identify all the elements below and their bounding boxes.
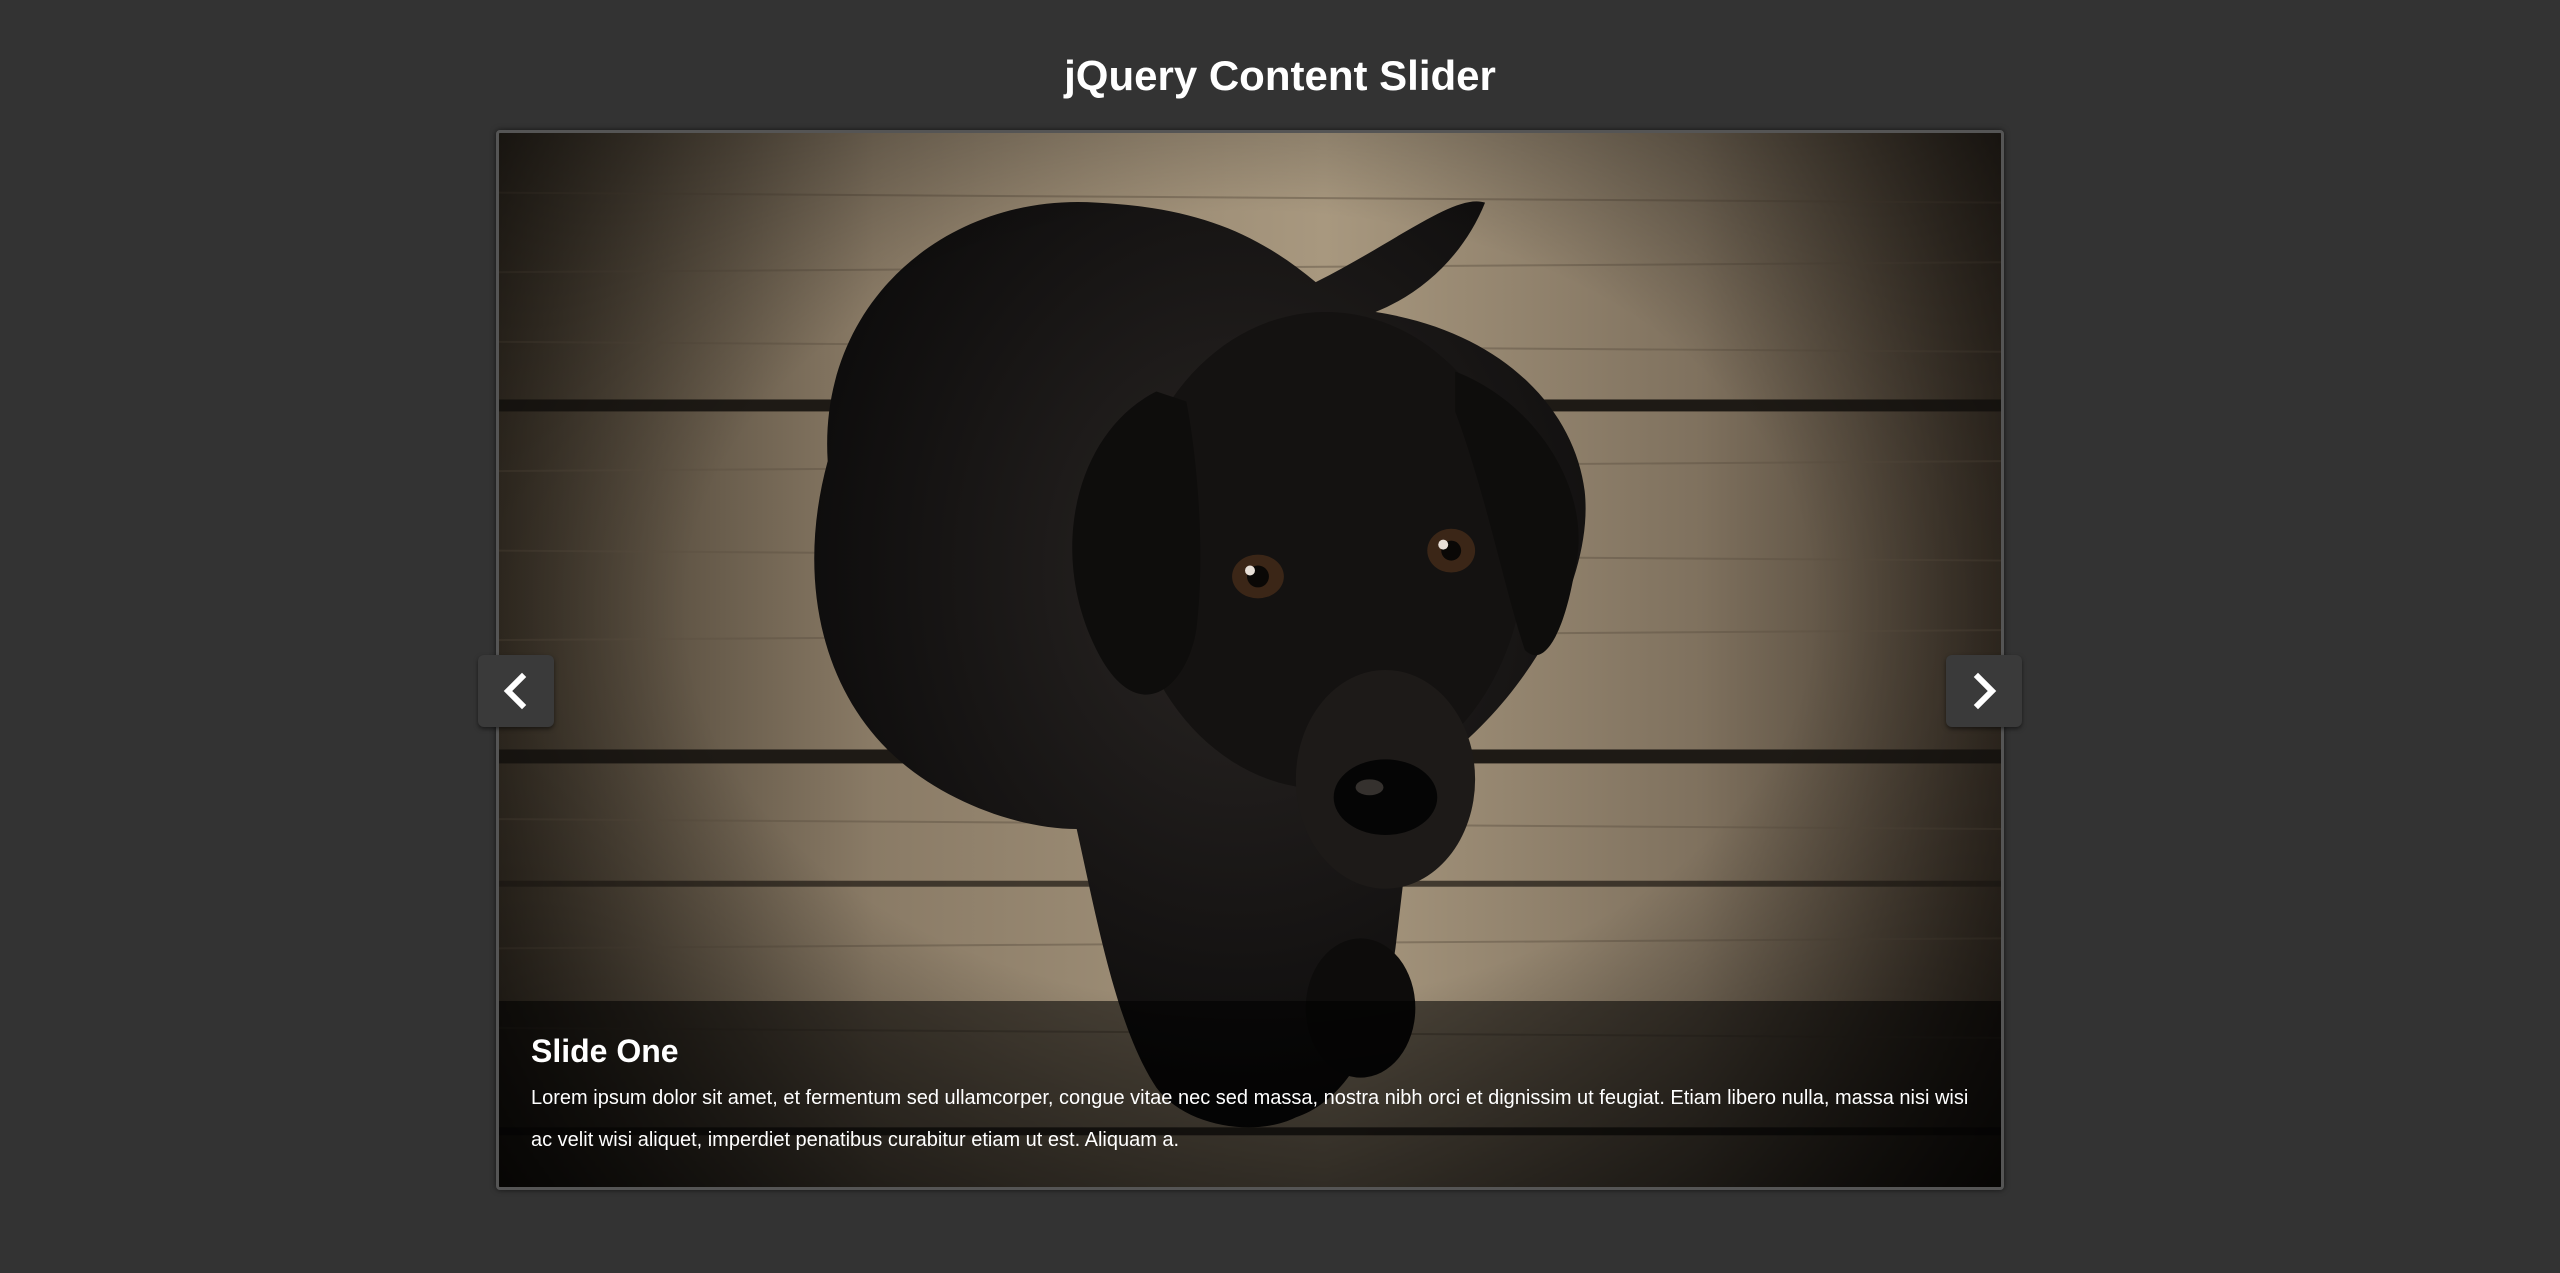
slide-description: Lorem ipsum dolor sit amet, et fermentum… — [531, 1087, 1969, 1151]
chevron-right-icon — [1973, 672, 1997, 710]
content-slider: Slide One Lorem ipsum dolor sit amet, et… — [496, 130, 2004, 1190]
slide-title: Slide One — [531, 1033, 679, 1069]
next-slide-button[interactable] — [1946, 655, 2022, 727]
slide-caption: Slide One Lorem ipsum dolor sit amet, et… — [499, 1001, 2001, 1187]
chevron-left-icon — [503, 672, 527, 710]
page-title: jQuery Content Slider — [1064, 52, 1496, 99]
previous-slide-button[interactable] — [478, 655, 554, 727]
